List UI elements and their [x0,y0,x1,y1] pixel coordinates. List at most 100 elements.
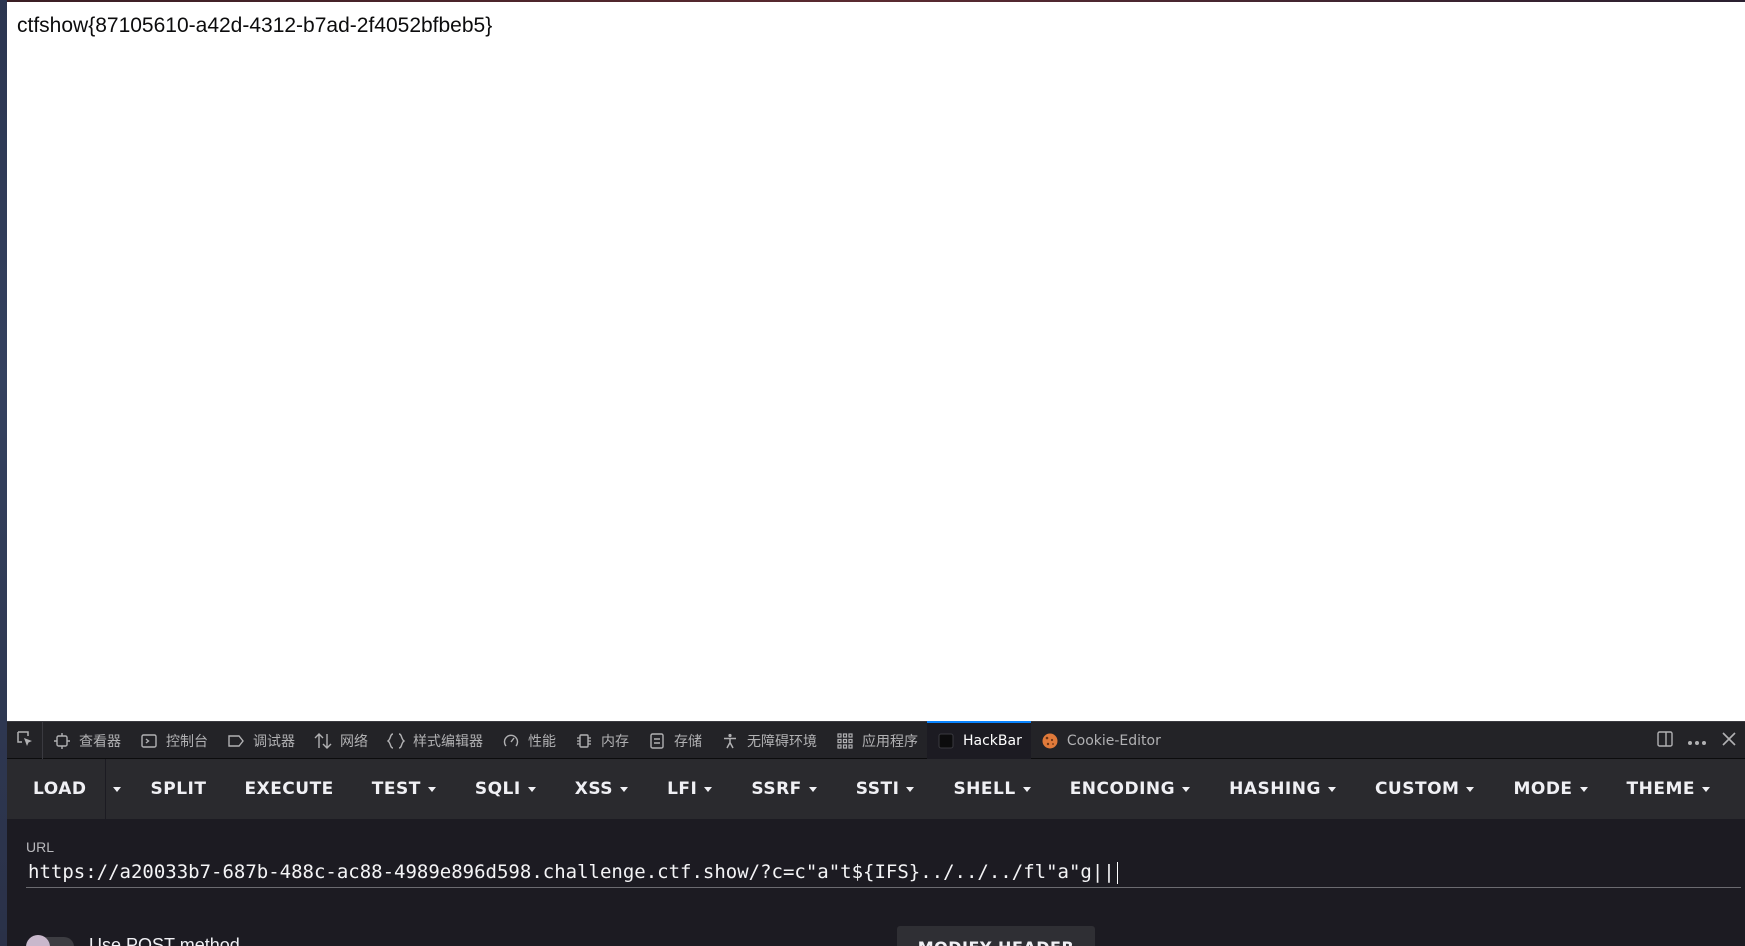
devtools-tabs: 查看器 控制台 调试器 网络 样式编辑器 性能 内存 存储 无障碍环境 应用程序… [7,721,1170,759]
cookie-icon [1041,732,1059,750]
tab-accessibility[interactable]: 无障碍环境 [711,722,826,759]
xss-menu-button[interactable]: XSS [555,759,647,819]
dock-side-button[interactable] [1649,722,1681,759]
chevron-down-icon [1466,786,1475,792]
tab-storage[interactable]: 存储 [638,722,711,759]
chevron-down-icon [906,786,915,792]
ssti-menu-button[interactable]: SSTI [836,759,934,819]
more-options-button[interactable] [1681,722,1713,759]
custom-menu-button[interactable]: CUSTOM [1355,759,1494,819]
lfi-label: LFI [667,779,698,799]
browser-window: ctfshow{87105610-a42d-4312-b7ad-2f4052bf… [0,0,1745,946]
tab-memory[interactable]: 内存 [565,722,638,759]
encoding-menu-button[interactable]: ENCODING [1050,759,1209,819]
chevron-down-icon [1327,786,1336,792]
shell-label: SHELL [953,779,1016,799]
post-method-label: Use POST method [89,935,240,946]
tab-cookie-editor[interactable]: Cookie-Editor [1031,722,1170,759]
accessibility-icon [721,732,739,750]
theme-label: THEME [1626,779,1696,799]
dock-side-icon [1656,730,1674,752]
sqli-label: SQLI [474,779,521,799]
element-picker-icon [16,730,34,752]
hashing-label: HASHING [1229,779,1321,799]
load-label: LOAD [33,779,87,799]
page-viewport: ctfshow{87105610-a42d-4312-b7ad-2f4052bf… [7,2,1745,721]
encoding-label: ENCODING [1069,779,1176,799]
load-button[interactable]: LOAD [7,759,105,819]
split-label: SPLIT [150,779,207,799]
url-value: https://a20033b7-687b-488c-ac88-4989e896… [28,861,1115,883]
theme-menu-button[interactable]: THEME [1607,759,1720,819]
test-menu-button[interactable]: TEST [353,759,455,819]
text-cursor [1116,861,1118,884]
chevron-down-icon [1182,786,1191,792]
tab-console[interactable]: 控制台 [130,722,217,759]
devtools-toolbar-right [1649,722,1745,759]
chevron-down-icon [113,786,121,792]
execute-label: EXECUTE [244,779,334,799]
shell-menu-button[interactable]: SHELL [933,759,1049,819]
tab-label: 网络 [340,733,368,750]
tab-label: 应用程序 [862,733,918,750]
element-picker-button[interactable] [7,722,43,759]
sqli-menu-button[interactable]: SQLI [455,759,555,819]
tab-label: 存储 [674,733,702,750]
xss-label: XSS [574,779,614,799]
test-label: TEST [371,779,421,799]
post-method-toggle[interactable] [26,935,74,946]
tab-label: 样式编辑器 [413,733,483,750]
console-icon [140,732,158,750]
chevron-down-icon [808,786,817,792]
tab-network[interactable]: 网络 [304,722,377,759]
storage-icon [648,732,666,750]
desktop-edge [0,0,7,946]
memory-icon [575,732,593,750]
tab-label: HackBar [963,732,1022,749]
ssti-label: SSTI [855,779,900,799]
tab-debugger[interactable]: 调试器 [217,722,304,759]
tab-label: 性能 [528,733,556,750]
chevron-down-icon [1022,786,1031,792]
chevron-down-icon [1702,786,1711,792]
lfi-menu-button[interactable]: LFI [647,759,731,819]
tab-hackbar[interactable]: HackBar [927,721,1031,759]
tab-style-editor[interactable]: 样式编辑器 [377,722,492,759]
modify-header-button[interactable]: MODIFY HEADER [897,926,1095,946]
more-options-icon [1687,731,1707,750]
chevron-down-icon [1579,786,1588,792]
ssrf-menu-button[interactable]: SSRF [731,759,835,819]
tab-application[interactable]: 应用程序 [826,722,927,759]
tab-label: 内存 [601,733,629,750]
page-body-text: ctfshow{87105610-a42d-4312-b7ad-2f4052bf… [17,14,493,37]
hashing-menu-button[interactable]: HASHING [1209,759,1355,819]
performance-icon [502,732,520,750]
close-devtools-button[interactable] [1713,722,1745,759]
network-icon [314,732,332,750]
chevron-down-icon [620,786,629,792]
hackbar-menu: LOAD SPLIT EXECUTE TEST SQLI XSS LFI SSR… [7,759,1745,819]
ssrf-label: SSRF [751,779,802,799]
url-label: URL [26,839,55,855]
mode-menu-button[interactable]: MODE [1493,759,1606,819]
style-editor-icon [387,732,405,750]
tab-label: Cookie-Editor [1066,732,1161,749]
execute-button[interactable]: EXECUTE [225,759,352,819]
devtools-toolbar: 查看器 控制台 调试器 网络 样式编辑器 性能 内存 存储 无障碍环境 应用程序… [7,721,1745,759]
tab-label: 查看器 [79,733,121,750]
tab-label: 控制台 [166,733,208,750]
tab-label: 调试器 [253,733,295,750]
tab-performance[interactable]: 性能 [492,722,565,759]
hackbar-icon [937,732,955,750]
load-dropdown-button[interactable] [104,759,129,819]
mode-label: MODE [1513,779,1573,799]
devtools-panel: 查看器 控制台 调试器 网络 样式编辑器 性能 内存 存储 无障碍环境 应用程序… [7,721,1745,946]
tab-inspector[interactable]: 查看器 [43,722,130,759]
close-icon [1721,731,1737,751]
application-icon [836,732,854,750]
inspector-icon [53,732,71,750]
chevron-down-icon [527,786,536,792]
url-input[interactable]: https://a20033b7-687b-488c-ac88-4989e896… [26,856,1741,888]
split-button[interactable]: SPLIT [129,759,226,819]
custom-label: CUSTOM [1374,779,1460,799]
